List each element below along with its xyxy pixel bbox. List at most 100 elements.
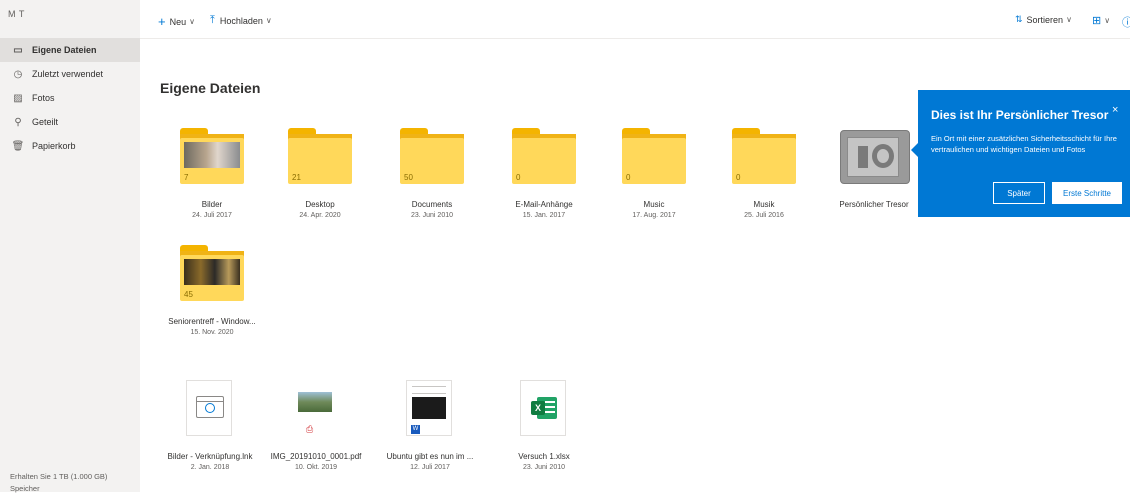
get-started-button[interactable]: Erste Schritte — [1052, 182, 1122, 204]
excel-grid-line — [545, 406, 555, 408]
file-thumbnail: X — [520, 380, 566, 436]
browser-window-icon — [196, 396, 224, 418]
folder-thumbnail: 7 — [180, 128, 244, 184]
item-count: 7 — [184, 173, 189, 182]
item-count: 50 — [404, 173, 413, 182]
excel-grid-line — [545, 401, 555, 403]
folder-thumbnail: 45 — [180, 245, 244, 301]
item-count: 21 — [292, 173, 301, 182]
new-label: Neu — [169, 16, 187, 27]
file-tile-word-doc[interactable]: W Ubuntu gibt es nun im ... 12. Juli 201… — [380, 380, 480, 480]
item-name: IMG_20191010_0001.pdf — [270, 452, 362, 461]
folder-tile-desktop[interactable]: 21 Desktop 24. Apr. 2020 — [270, 128, 370, 228]
file-tile-pdf[interactable]: ⎙ IMG_20191010_0001.pdf 10. Okt. 2019 — [266, 380, 366, 480]
item-date: 25. Juli 2016 — [744, 212, 784, 219]
folder-tile-seniorentreff[interactable]: 45 Seniorentreff - Window... 15. Nov. 20… — [162, 245, 262, 345]
folder-thumbnail: 0 — [622, 128, 686, 184]
item-name: Versuch 1.xlsx — [518, 452, 570, 461]
folder-body — [732, 138, 796, 184]
pdf-preview-image — [298, 392, 332, 412]
folder-icon: ▭ — [13, 44, 23, 56]
item-date: 23. Juni 2010 — [522, 464, 566, 471]
item-date: 15. Nov. 2020 — [190, 329, 234, 336]
item-name: Music — [643, 200, 665, 209]
globe-icon — [205, 403, 215, 413]
folder-tile-bilder[interactable]: 7 Bilder 24. Juli 2017 — [162, 128, 262, 228]
file-thumbnail: W — [406, 380, 452, 436]
vault-dial — [872, 144, 894, 168]
folder-tile-personal-vault[interactable]: Persönlicher Tresor — [824, 128, 924, 228]
new-button[interactable]: + Neu ∨ — [158, 14, 195, 29]
item-name: Musik — [753, 200, 775, 209]
folder-thumbnail: 50 — [400, 128, 464, 184]
doc-preview-image — [412, 397, 446, 419]
sidebar-item-shared[interactable]: ⚲ Geteilt — [0, 110, 140, 134]
folder-body — [512, 138, 576, 184]
folder-tile-documents[interactable]: 50 Documents 23. Juni 2010 — [382, 128, 482, 228]
upload-icon: ⤒ — [210, 14, 215, 26]
sort-icon: ⇅ — [1015, 14, 1023, 24]
info-icon: ⓘ — [1122, 17, 1130, 29]
item-name: Ubuntu gibt es nun im ... — [386, 452, 474, 461]
plus-icon: + — [158, 14, 166, 29]
chevron-down-icon: ∨ — [189, 17, 195, 26]
grid-icon: ⊞ — [1092, 15, 1102, 27]
item-date: 17. Aug. 2017 — [632, 212, 676, 219]
item-date: 12. Juli 2017 — [410, 464, 450, 471]
sidebar-item-my-files[interactable]: ▭ Eigene Dateien — [0, 38, 140, 62]
file-tile-shortcut[interactable]: Bilder - Verknüpfung.lnk 2. Jan. 2018 — [160, 380, 260, 480]
vault-thumbnail — [840, 128, 910, 184]
word-icon: W — [411, 425, 420, 434]
photo-icon: ▨ — [13, 92, 23, 104]
user-initials[interactable]: M T — [8, 9, 25, 19]
info-button[interactable]: ⓘ — [1122, 14, 1130, 30]
view-button[interactable]: ⊞ ∨ — [1092, 14, 1110, 27]
item-count: 45 — [184, 290, 193, 299]
folder-thumbnail: 0 — [512, 128, 576, 184]
folder-photo-preview — [184, 259, 240, 285]
folder-thumbnail: 21 — [288, 128, 352, 184]
callout-body: Ein Ort mit einer zusätzlichen Sicherhei… — [931, 134, 1117, 154]
upload-button[interactable]: ⤒ Hochladen ∨ — [210, 14, 272, 27]
file-thumbnail: ⎙ — [292, 380, 338, 436]
pdf-icon: ⎙ — [306, 424, 314, 434]
file-tile-excel[interactable]: X Versuch 1.xlsx 23. Juni 2010 — [494, 380, 594, 480]
storage-promo[interactable]: Erhalten Sie 1 TB (1.000 GB) Speicher — [10, 471, 138, 495]
sidebar-item-label: Eigene Dateien — [32, 45, 97, 55]
item-count: 0 — [626, 173, 631, 182]
file-thumbnail — [186, 380, 232, 436]
callout-title: Dies ist Ihr Persönlicher Tresor — [931, 108, 1109, 122]
item-name: E-Mail-Anhänge — [515, 200, 573, 209]
folder-tile-music[interactable]: 0 Music 17. Aug. 2017 — [604, 128, 704, 228]
item-date: 23. Juni 2010 — [410, 212, 454, 219]
folder-tile-email-attachments[interactable]: 0 E-Mail-Anhänge 15. Jan. 2017 — [494, 128, 594, 228]
sidebar-item-label: Papierkorb — [32, 141, 76, 151]
command-bar: + Neu ∨ ⤒ Hochladen ∨ ⇅ Sortieren ∨ ⊞ ∨ … — [140, 0, 1130, 39]
sidebar-item-photos[interactable]: ▨ Fotos — [0, 86, 140, 110]
item-count: 0 — [516, 173, 521, 182]
close-icon[interactable]: × — [1112, 104, 1118, 116]
later-button[interactable]: Später — [993, 182, 1045, 204]
item-count: 0 — [736, 173, 741, 182]
upload-label: Hochladen — [219, 15, 263, 26]
folder-tile-musik[interactable]: 0 Musik 25. Juli 2016 — [714, 128, 814, 228]
sidebar-item-label: Fotos — [32, 93, 55, 103]
sort-button[interactable]: ⇅ Sortieren ∨ — [1015, 14, 1072, 25]
item-date: 15. Jan. 2017 — [522, 212, 566, 219]
sidebar: M T ▭ Eigene Dateien ◷ Zuletzt verwendet… — [0, 0, 140, 495]
excel-icon: X — [531, 395, 557, 421]
chevron-down-icon: ∨ — [1104, 16, 1111, 25]
page-title: Eigene Dateien — [160, 80, 261, 96]
sidebar-item-label: Geteilt — [32, 117, 59, 127]
chevron-down-icon: ∨ — [1066, 15, 1072, 24]
sort-label: Sortieren — [1026, 14, 1064, 25]
sidebar-item-recycle-bin[interactable]: 🗑 Papierkorb — [0, 134, 140, 158]
browser-titlebar — [197, 397, 223, 402]
item-date: 2. Jan. 2018 — [190, 464, 230, 471]
vault-door — [847, 137, 899, 177]
item-name: Bilder - Verknüpfung.lnk — [167, 452, 253, 461]
sidebar-item-label: Zuletzt verwendet — [32, 69, 104, 79]
item-date: 10. Okt. 2019 — [294, 464, 338, 471]
sidebar-item-recent[interactable]: ◷ Zuletzt verwendet — [0, 62, 140, 86]
sidebar-nav: ▭ Eigene Dateien ◷ Zuletzt verwendet ▨ F… — [0, 38, 140, 158]
